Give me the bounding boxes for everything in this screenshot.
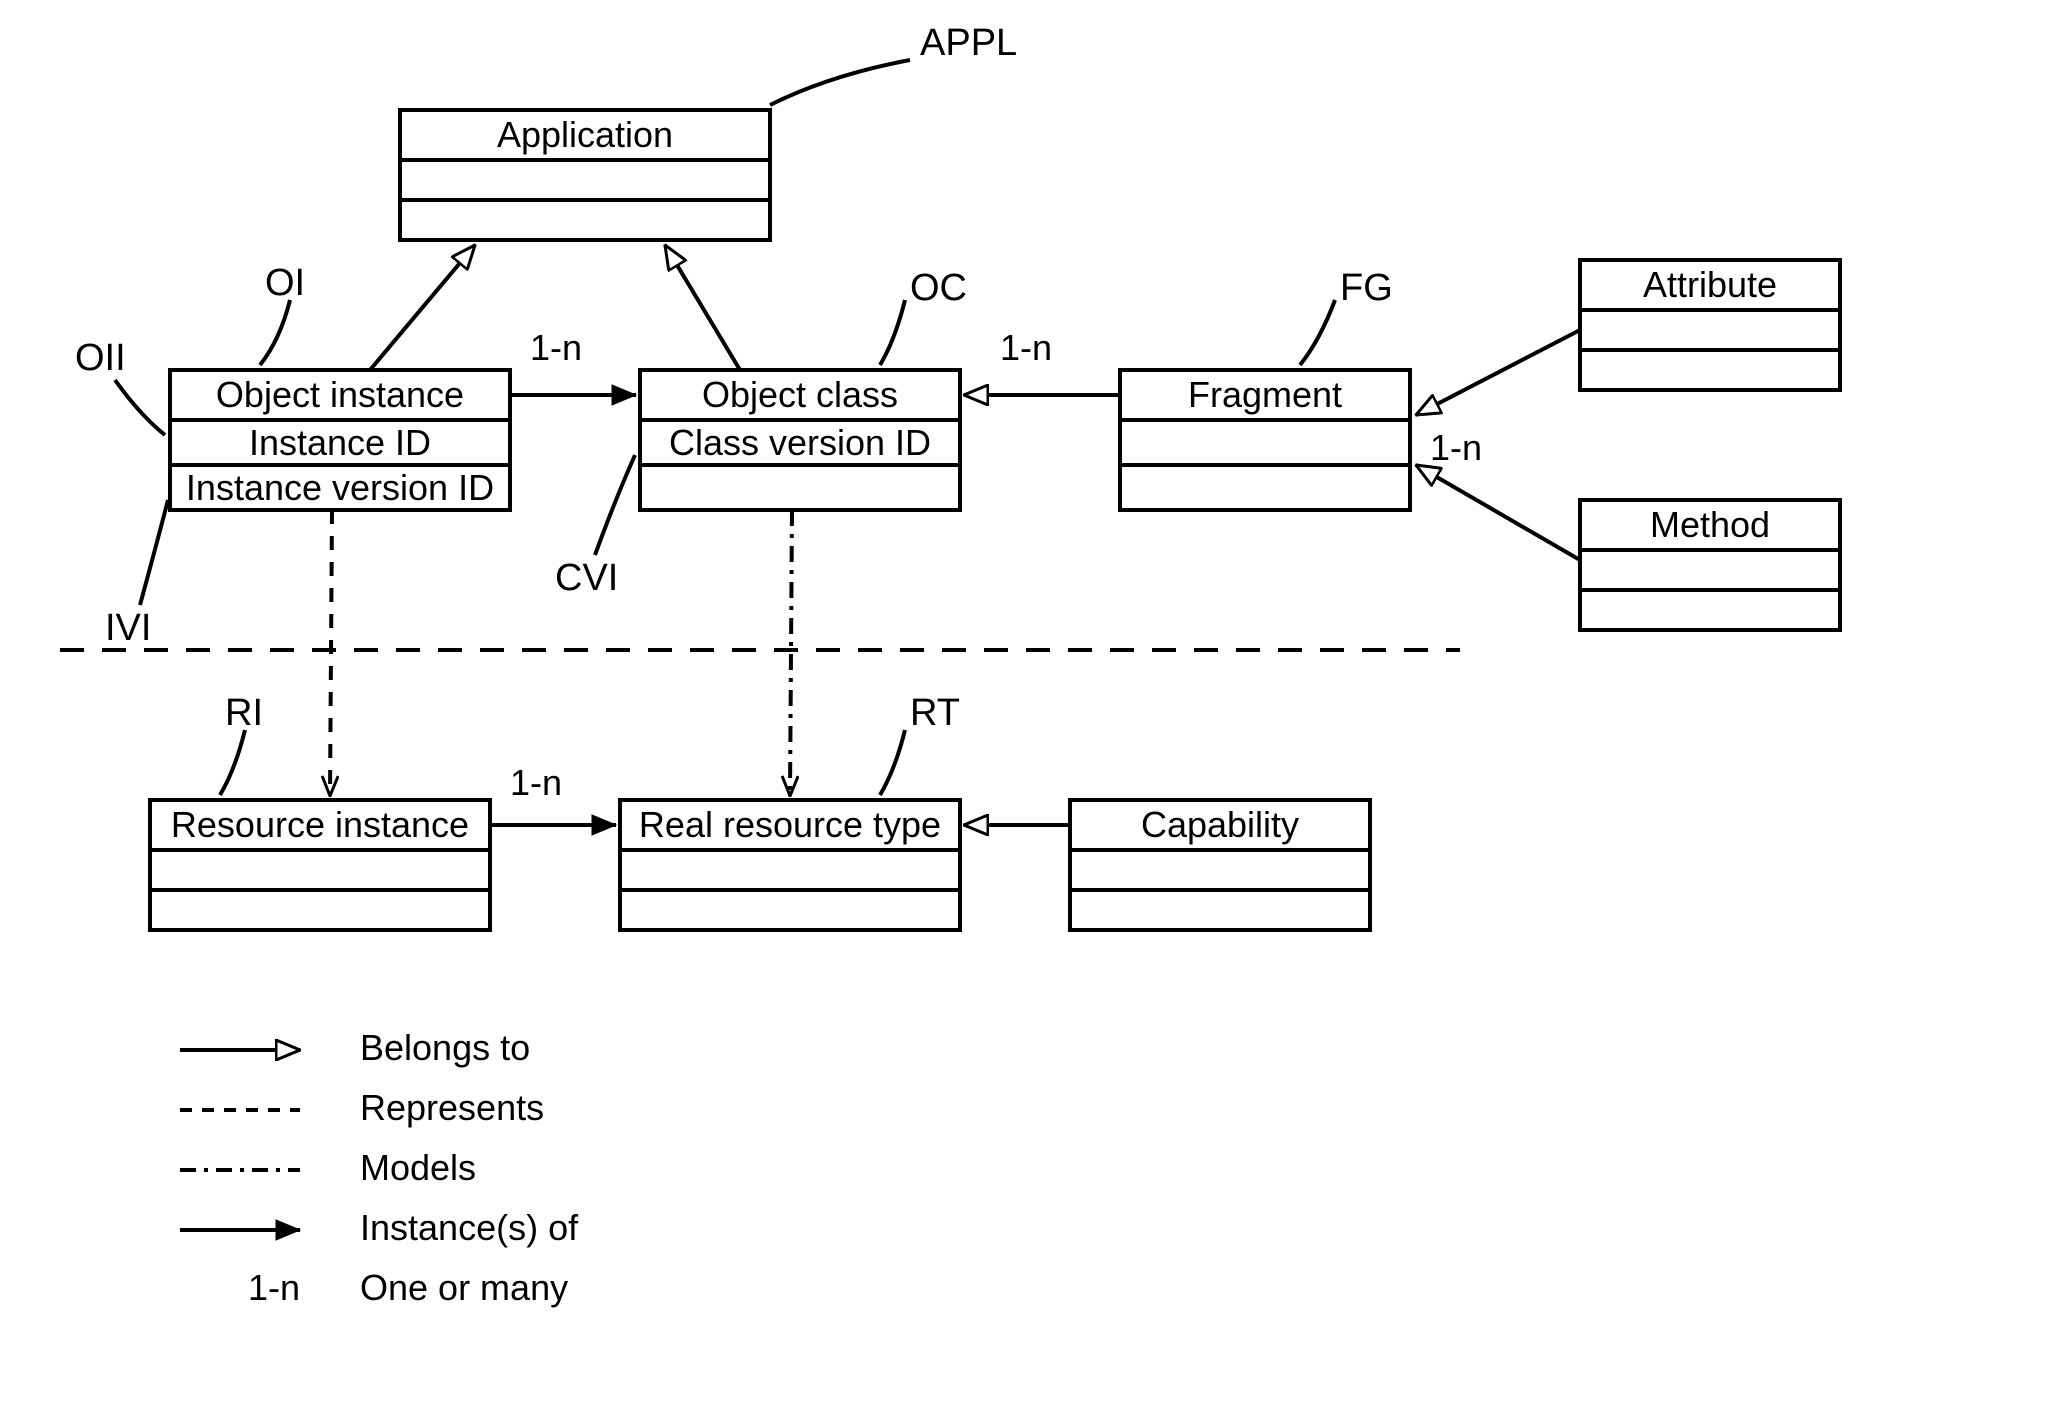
edge-oc-models-rt (790, 510, 792, 796)
box-resource-instance-title: Resource instance (171, 804, 469, 845)
box-object-instance-title: Object instance (216, 374, 464, 415)
legend-models-label: Models (360, 1147, 476, 1188)
callout-ri: RI (225, 692, 263, 734)
box-attribute-title: Attribute (1643, 264, 1777, 305)
mult-fg-attr: 1-n (1430, 427, 1482, 468)
box-object-instance: Object instance Instance ID Instance ver… (170, 370, 510, 510)
mult-oi-oc: 1-n (530, 327, 582, 368)
edge-method-to-fg (1416, 465, 1580, 560)
callout-oc-arc (880, 300, 905, 365)
box-fragment: Fragment (1120, 370, 1410, 510)
callout-ivi: IVI (105, 607, 151, 649)
edge-oi-represents-ri (330, 510, 332, 796)
callout-oii-arc (115, 380, 165, 435)
box-object-instance-attr1: Instance version ID (186, 467, 494, 508)
box-object-class-title: Object class (702, 374, 898, 415)
mult-oc-fg: 1-n (1000, 327, 1052, 368)
callout-cvi: CVI (555, 557, 618, 599)
box-capability: Capability (1070, 800, 1370, 930)
callout-fg-arc (1300, 300, 1335, 365)
edge-attr-to-fg (1416, 330, 1580, 415)
callout-appl: APPL (920, 22, 1017, 64)
mult-ri-rt: 1-n (510, 762, 562, 803)
legend-instances-of-label: Instance(s) of (360, 1207, 579, 1248)
callout-rt-arc (880, 730, 905, 795)
box-application-title: Application (497, 114, 673, 155)
box-capability-title: Capability (1141, 804, 1299, 845)
callout-oi-arc (260, 300, 290, 365)
callout-oc: OC (910, 267, 967, 309)
box-object-instance-attr0: Instance ID (249, 422, 431, 463)
box-fragment-title: Fragment (1188, 374, 1342, 415)
box-method-title: Method (1650, 504, 1770, 545)
legend-one-or-many-label: One or many (360, 1267, 568, 1308)
callout-oii: OII (75, 337, 126, 379)
legend: Belongs to Represents Models Instance(s)… (180, 1027, 579, 1308)
edge-oc-to-appl (665, 245, 740, 370)
box-object-class-attr0: Class version ID (669, 422, 931, 463)
box-object-class: Object class Class version ID (640, 370, 960, 510)
edge-oi-to-appl (370, 245, 475, 370)
callout-rt: RT (910, 692, 960, 734)
callout-appl-arc (770, 60, 910, 105)
box-method: Method (1580, 500, 1840, 630)
box-real-resource-type: Real resource type (620, 800, 960, 930)
diagram-canvas: Application Object instance Instance ID … (0, 0, 2063, 1428)
box-attribute: Attribute (1580, 260, 1840, 390)
legend-represents-label: Represents (360, 1087, 544, 1128)
callout-ri-arc (220, 730, 245, 795)
box-resource-instance: Resource instance (150, 800, 490, 930)
legend-one-or-many-key: 1-n (248, 1267, 300, 1308)
box-real-resource-type-title: Real resource type (639, 804, 941, 845)
callout-ivi-arc (140, 500, 168, 605)
callout-oi: OI (265, 262, 305, 304)
box-application: Application (400, 110, 770, 240)
callout-fg: FG (1340, 267, 1393, 309)
legend-belongs-to-label: Belongs to (360, 1027, 530, 1068)
callout-cvi-arc (595, 455, 635, 555)
